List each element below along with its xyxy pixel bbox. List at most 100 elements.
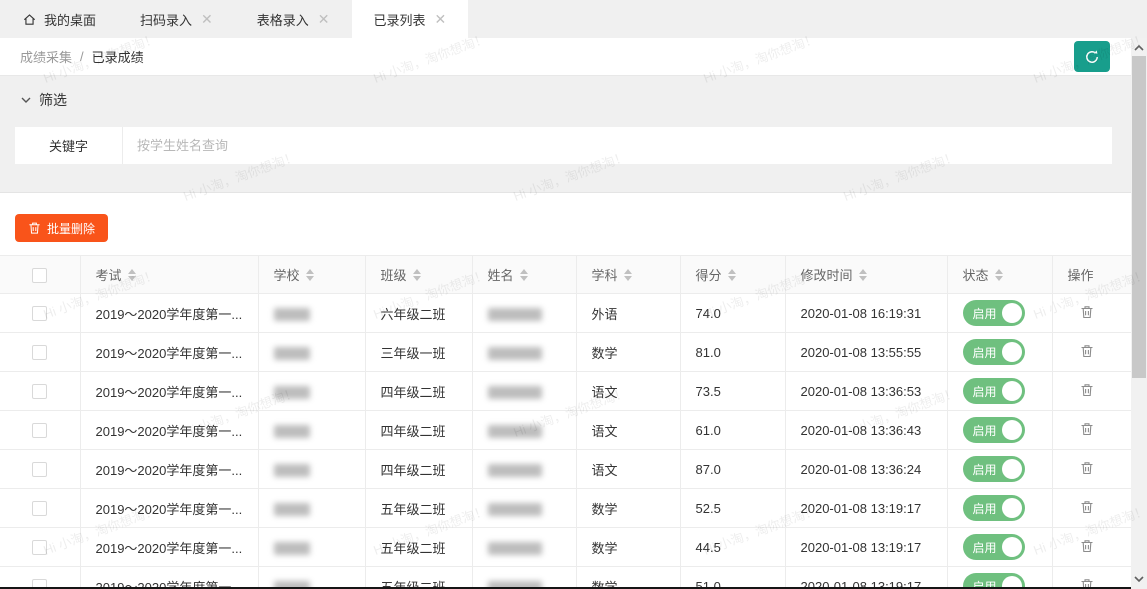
cell-class: 五年级二班 [365, 489, 472, 528]
toggle-knob [1002, 459, 1022, 479]
status-toggle[interactable]: 启用 [963, 417, 1025, 443]
breadcrumb-parent[interactable]: 成绩采集 [20, 47, 72, 66]
cell-subject: 数学 [576, 333, 680, 372]
cell-status: 启用 [947, 372, 1052, 411]
close-icon[interactable]: ✕ [201, 12, 213, 26]
cell-school [258, 411, 365, 450]
cell-class: 四年级二班 [365, 411, 472, 450]
sort-icon[interactable] [306, 269, 314, 281]
cell-exam: 2019～2020学年度第一... [80, 294, 258, 333]
cell-select [0, 372, 80, 411]
sort-icon[interactable] [728, 269, 736, 281]
header-cell-exam: 考试 [80, 256, 258, 294]
tab-form-entry[interactable]: 表格录入 ✕ [235, 0, 352, 38]
cell-subject: 外语 [576, 294, 680, 333]
cell-class: 四年级二班 [365, 372, 472, 411]
tab-recorded-list[interactable]: 已录列表 ✕ [352, 0, 469, 38]
chevron-down-icon [20, 94, 32, 106]
delete-row-button[interactable] [1078, 303, 1096, 324]
tab-bar: 我的桌面 扫码录入 ✕ 表格录入 ✕ 已录列表 ✕ [0, 0, 1147, 38]
row-checkbox[interactable] [32, 501, 47, 516]
delete-row-button[interactable] [1078, 498, 1096, 519]
sort-icon[interactable] [624, 269, 632, 281]
breadcrumb-separator: / [80, 49, 84, 64]
trash-icon [1080, 305, 1094, 322]
redacted-name [488, 503, 542, 516]
vertical-scrollbar[interactable] [1131, 38, 1147, 589]
header-cell-select [0, 256, 80, 294]
keyword-input[interactable] [123, 127, 1112, 164]
cell-select [0, 333, 80, 372]
sort-icon[interactable] [995, 269, 1003, 281]
status-toggle[interactable]: 启用 [963, 534, 1025, 560]
scroll-up-arrow-icon[interactable] [1131, 40, 1147, 56]
redacted-school [274, 542, 310, 555]
scroll-down-arrow-icon[interactable] [1131, 571, 1147, 587]
header-cell-action: 操作 [1052, 256, 1131, 294]
cell-select [0, 294, 80, 333]
cell-name [472, 372, 576, 411]
app-window: 我的桌面 扫码录入 ✕ 表格录入 ✕ 已录列表 ✕ 成绩采集 / 已录成绩 [0, 0, 1147, 589]
row-checkbox[interactable] [32, 345, 47, 360]
cell-exam: 2019～2020学年度第一... [80, 528, 258, 567]
redacted-school [274, 503, 310, 516]
cell-score: 44.5 [680, 528, 785, 567]
trash-icon [1080, 461, 1094, 478]
status-toggle[interactable]: 启用 [963, 456, 1025, 482]
batch-delete-button[interactable]: 批量删除 [15, 214, 108, 242]
sort-icon[interactable] [520, 269, 528, 281]
breadcrumb-current: 已录成绩 [92, 47, 144, 66]
cell-exam: 2019～2020学年度第一... [80, 333, 258, 372]
delete-row-button[interactable] [1078, 420, 1096, 441]
table-row: 2019～2020学年度第一... 三年级一班 数学 81.0 2020-01-… [0, 333, 1131, 372]
tab-label: 我的桌面 [44, 10, 96, 29]
status-toggle[interactable]: 启用 [963, 300, 1025, 326]
row-checkbox[interactable] [32, 306, 47, 321]
cell-action [1052, 450, 1131, 489]
sort-icon[interactable] [413, 269, 421, 281]
tab-my-desktop[interactable]: 我的桌面 [0, 0, 118, 38]
cell-status: 启用 [947, 528, 1052, 567]
table-row: 2019～2020学年度第一... 五年级二班 数学 52.5 2020-01-… [0, 489, 1131, 528]
delete-row-button[interactable] [1078, 342, 1096, 363]
status-toggle-label: 启用 [973, 422, 997, 439]
cell-action [1052, 333, 1131, 372]
trash-icon [1080, 422, 1094, 439]
cell-school [258, 450, 365, 489]
cell-name [472, 489, 576, 528]
row-checkbox[interactable] [32, 540, 47, 555]
cell-action [1052, 489, 1131, 528]
status-toggle[interactable]: 启用 [963, 495, 1025, 521]
tab-scan-entry[interactable]: 扫码录入 ✕ [118, 0, 235, 38]
cell-score: 52.5 [680, 489, 785, 528]
header-cell-clazz: 班级 [365, 256, 472, 294]
scrollbar-thumb[interactable] [1132, 56, 1146, 378]
refresh-button[interactable] [1074, 41, 1110, 72]
cell-status: 启用 [947, 489, 1052, 528]
select-all-checkbox[interactable] [32, 268, 47, 283]
row-checkbox[interactable] [32, 423, 47, 438]
cell-name [472, 528, 576, 567]
filter-collapse-toggle[interactable]: 筛选 [0, 89, 1131, 111]
close-icon[interactable]: ✕ [318, 12, 330, 26]
row-checkbox[interactable] [32, 384, 47, 399]
cell-status: 启用 [947, 450, 1052, 489]
row-checkbox[interactable] [32, 462, 47, 477]
status-toggle[interactable]: 启用 [963, 378, 1025, 404]
header-cell-score: 得分 [680, 256, 785, 294]
redacted-school [274, 308, 310, 321]
delete-row-button[interactable] [1078, 537, 1096, 558]
redacted-name [488, 347, 542, 360]
sort-icon[interactable] [128, 269, 136, 281]
cell-school [258, 333, 365, 372]
redacted-name [488, 386, 542, 399]
sort-icon[interactable] [859, 269, 867, 281]
delete-row-button[interactable] [1078, 381, 1096, 402]
redacted-school [274, 464, 310, 477]
delete-row-button[interactable] [1078, 459, 1096, 480]
cell-modified: 2020-01-08 16:19:31 [785, 294, 947, 333]
close-icon[interactable]: ✕ [435, 12, 447, 26]
status-toggle-label: 启用 [973, 344, 997, 361]
cell-score: 81.0 [680, 333, 785, 372]
status-toggle[interactable]: 启用 [963, 339, 1025, 365]
